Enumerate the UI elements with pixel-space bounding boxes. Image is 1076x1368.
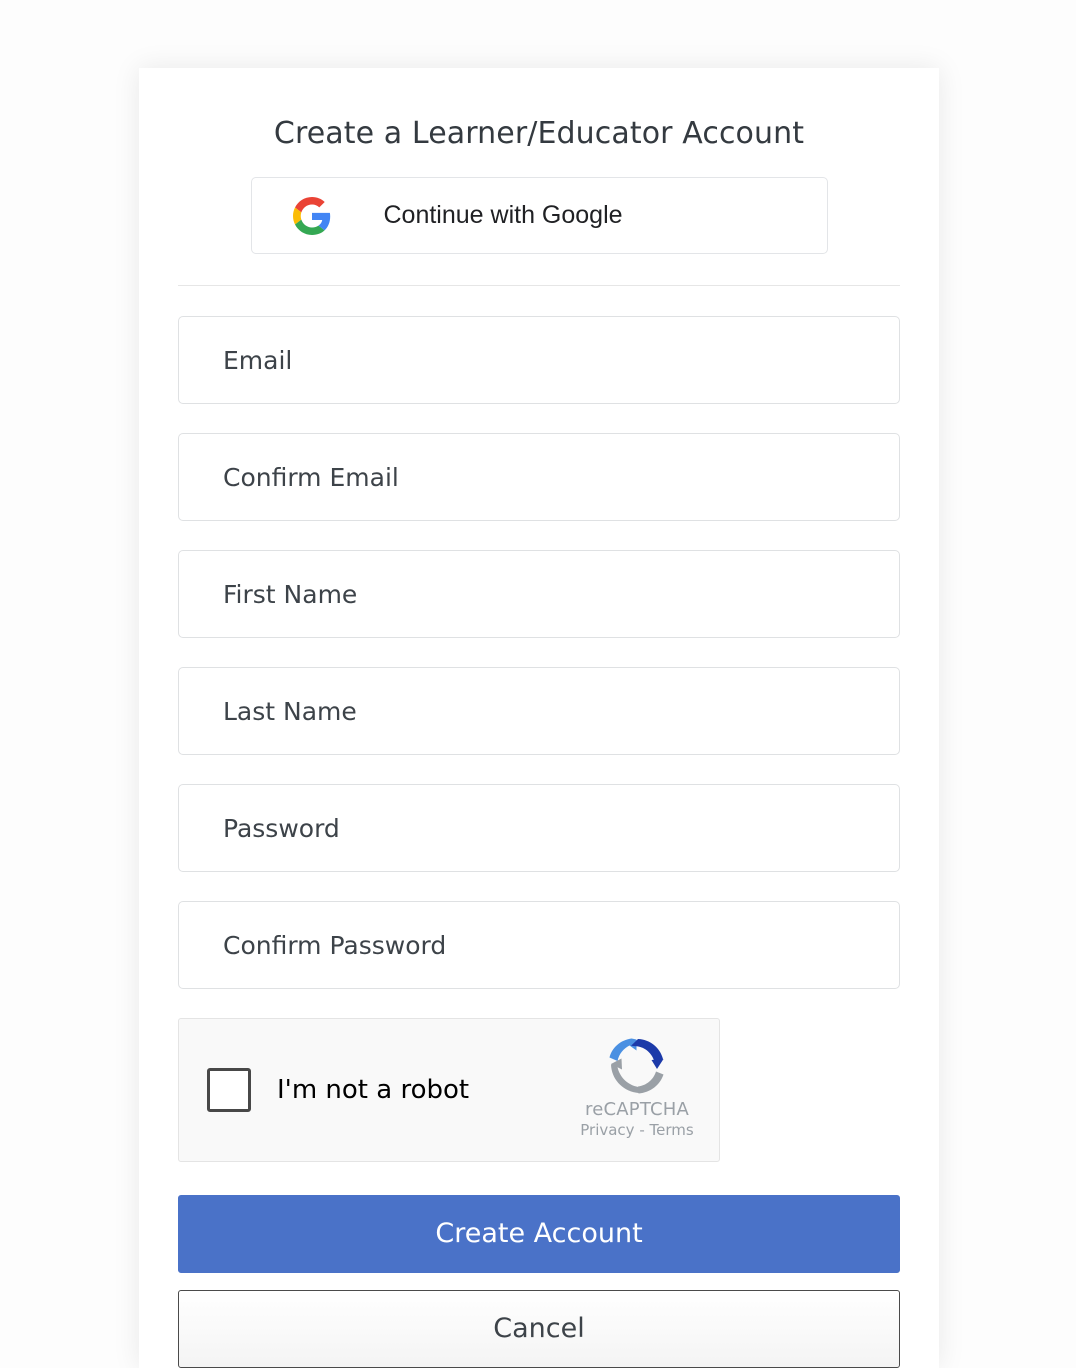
recaptcha-brand-links: Privacy - Terms bbox=[577, 1121, 697, 1139]
recaptcha-label: I'm not a robot bbox=[277, 1075, 470, 1105]
recaptcha-branding: reCAPTCHA Privacy - Terms bbox=[577, 1033, 697, 1139]
confirm-password-input[interactable] bbox=[178, 901, 900, 989]
recaptcha-check-area[interactable]: I'm not a robot bbox=[179, 1068, 469, 1112]
continue-with-google-button[interactable]: Continue with Google bbox=[250, 177, 828, 254]
password-input[interactable] bbox=[178, 784, 900, 872]
recaptcha-link-separator: - bbox=[639, 1121, 645, 1139]
signup-card: Create a Learner/Educator Account Contin… bbox=[139, 68, 939, 1368]
google-g-icon bbox=[292, 196, 330, 235]
recaptcha-brand-name: reCAPTCHA bbox=[585, 1099, 689, 1120]
recaptcha-circular-arrows-icon bbox=[609, 1038, 664, 1094]
form-actions: Create Account Cancel bbox=[139, 1195, 939, 1368]
confirm-email-input[interactable] bbox=[178, 433, 900, 521]
social-login-section: Continue with Google bbox=[139, 177, 939, 254]
recaptcha-widget[interactable]: I'm not a robot reCAPTCHA Privacy - Term… bbox=[178, 1018, 720, 1162]
email-input[interactable] bbox=[178, 316, 900, 404]
first-name-input[interactable] bbox=[178, 550, 900, 638]
section-divider bbox=[178, 285, 900, 286]
signup-form: I'm not a robot reCAPTCHA Privacy - Term… bbox=[139, 316, 939, 1162]
recaptcha-checkbox[interactable] bbox=[207, 1068, 251, 1112]
recaptcha-privacy-link[interactable]: Privacy bbox=[580, 1121, 634, 1139]
create-account-button[interactable]: Create Account bbox=[178, 1195, 900, 1273]
continue-with-google-label: Continue with Google bbox=[383, 201, 623, 229]
page-title: Create a Learner/Educator Account bbox=[273, 116, 805, 151]
cancel-button[interactable]: Cancel bbox=[178, 1290, 900, 1368]
recaptcha-terms-link[interactable]: Terms bbox=[650, 1121, 694, 1139]
last-name-input[interactable] bbox=[178, 667, 900, 755]
